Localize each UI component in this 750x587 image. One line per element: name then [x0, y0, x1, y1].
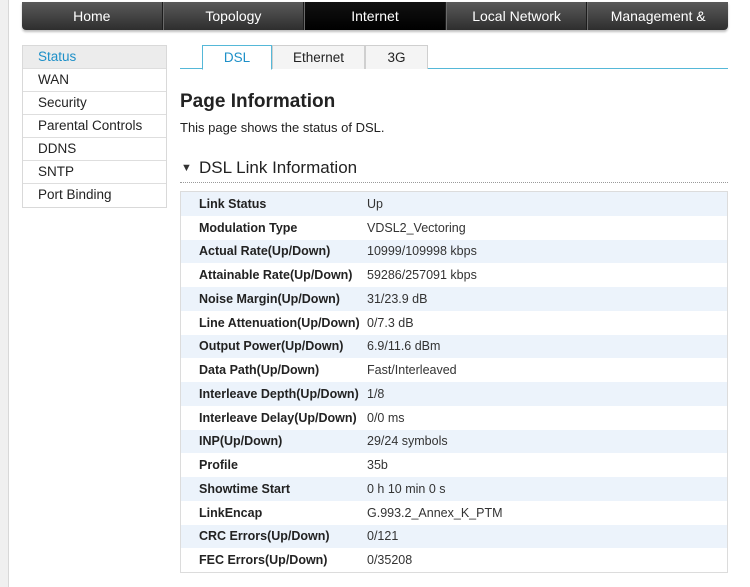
- nav-topology[interactable]: Topology: [162, 2, 305, 30]
- nav-local-network[interactable]: Local Network: [445, 2, 588, 30]
- nav-home[interactable]: Home: [22, 2, 163, 30]
- dsl-info-table: Link Status Up Modulation Type VDSL2_Vector…: [180, 191, 728, 573]
- table-row: Interleave Depth(Up/Down) 1/8: [181, 382, 727, 406]
- row-value: 0 h 10 min 0 s: [367, 481, 446, 496]
- table-row: Noise Margin(Up/Down) 31/23.9 dB: [181, 287, 727, 311]
- section-header-dsl-link[interactable]: ▼ DSL Link Information: [180, 157, 728, 183]
- table-row: Interleave Delay(Up/Down) 0/0 ms: [181, 405, 727, 430]
- table-row: FEC Errors(Up/Down) 0/35208: [181, 548, 727, 572]
- row-label: Link Status: [199, 196, 267, 211]
- row-label: Interleave Delay(Up/Down): [199, 410, 357, 425]
- table-row: Output Power(Up/Down) 6.9/11.6 dBm: [181, 334, 727, 359]
- row-label: Noise Margin(Up/Down): [199, 291, 340, 306]
- table-row: Link Status Up: [181, 192, 727, 216]
- sidebar-item-status[interactable]: Status: [23, 46, 166, 69]
- table-row: Line Attenuation(Up/Down) 0/7.3 dB: [181, 310, 727, 335]
- sidebar: Status WAN Security Parental Controls DD…: [22, 45, 167, 208]
- nav-internet[interactable]: Internet: [304, 2, 446, 30]
- row-value: Fast/Interleaved: [367, 363, 457, 378]
- row-label: CRC Errors(Up/Down): [199, 529, 330, 544]
- row-label: Profile: [199, 458, 238, 473]
- row-value: 31/23.9 dB: [367, 291, 428, 306]
- sidebar-item-parental-controls[interactable]: Parental Controls: [23, 115, 166, 138]
- row-value: 29/24 symbols: [367, 434, 448, 449]
- sidebar-item-security[interactable]: Security: [23, 92, 166, 115]
- row-value: VDSL2_Vectoring: [367, 220, 466, 235]
- row-label: Output Power(Up/Down): [199, 339, 344, 354]
- sidebar-item-sntp[interactable]: SNTP: [23, 161, 166, 184]
- table-row: Showtime Start 0 h 10 min 0 s: [181, 477, 727, 501]
- row-label: Actual Rate(Up/Down): [199, 244, 331, 259]
- sidebar-item-port-binding[interactable]: Port Binding: [23, 184, 166, 207]
- row-value: 59286/257091 kbps: [367, 268, 477, 283]
- table-row: Actual Rate(Up/Down) 10999/109998 kbps: [181, 239, 727, 264]
- table-row: Modulation Type VDSL2_Vectoring: [181, 215, 727, 240]
- nav-management[interactable]: Management &: [587, 2, 728, 30]
- table-row: Profile 35b: [181, 453, 727, 477]
- row-label: INP(Up/Down): [199, 434, 283, 449]
- row-value: G.993.2_Annex_K_PTM: [367, 505, 503, 520]
- row-label: Modulation Type: [199, 220, 298, 235]
- row-label: FEC Errors(Up/Down): [199, 553, 328, 568]
- row-label: Interleave Depth(Up/Down): [199, 386, 359, 401]
- page-description: This page shows the status of DSL.: [180, 120, 385, 135]
- row-label: Showtime Start: [199, 481, 290, 496]
- sidebar-item-ddns[interactable]: DDNS: [23, 138, 166, 161]
- tab-ethernet[interactable]: Ethernet: [272, 45, 365, 69]
- section-title: DSL Link Information: [199, 158, 358, 177]
- row-value: 0/7.3 dB: [367, 315, 414, 330]
- table-row: LinkEncap G.993.2_Annex_K_PTM: [181, 500, 727, 525]
- sidebar-item-wan[interactable]: WAN: [23, 69, 166, 92]
- table-row: CRC Errors(Up/Down) 0/121: [181, 524, 727, 549]
- page-title: Page Information: [180, 91, 336, 112]
- row-value: 35b: [367, 458, 388, 473]
- row-value: 0/0 ms: [367, 410, 405, 425]
- row-label: Data Path(Up/Down): [199, 363, 320, 378]
- table-row: Attainable Rate(Up/Down) 59286/257091 kbp…: [181, 263, 727, 287]
- row-value: 1/8: [367, 386, 385, 401]
- row-value: Up: [367, 196, 383, 211]
- top-navigation: Home Topology Internet Local Network Man…: [22, 2, 728, 30]
- status-tabs: DSL Ethernet 3G: [180, 45, 728, 70]
- tab-dsl[interactable]: DSL: [202, 45, 272, 70]
- table-row: INP(Up/Down) 29/24 symbols: [181, 429, 727, 454]
- row-value: 0/35208: [367, 553, 413, 568]
- row-label: Attainable Rate(Up/Down): [199, 268, 353, 283]
- row-label: Line Attenuation(Up/Down): [199, 315, 360, 330]
- tab-3g[interactable]: 3G: [365, 45, 428, 69]
- row-value: 0/121: [367, 529, 399, 544]
- row-value: 6.9/11.6 dBm: [367, 339, 441, 354]
- collapse-triangle-icon[interactable]: ▼: [181, 162, 192, 174]
- row-label: LinkEncap: [199, 505, 263, 520]
- table-row: Data Path(Up/Down) Fast/Interleaved: [181, 358, 727, 382]
- row-value: 10999/109998 kbps: [367, 244, 477, 259]
